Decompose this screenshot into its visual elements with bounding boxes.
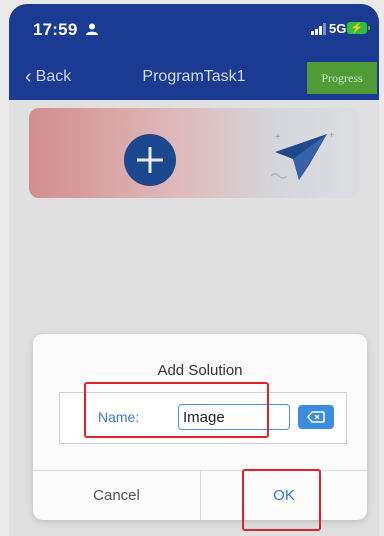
signal-bars-icon [311,23,326,35]
backspace-icon [307,411,325,423]
status-bar: 17:59 5G ⚡ [9,4,379,56]
highlight-ok-button [242,469,321,531]
phone-screen: 17:59 5G ⚡ ‹ Back ProgramTask1 Progress [9,4,379,536]
dialog-title: Add Solution [157,362,243,379]
cancel-button[interactable]: Cancel [33,471,200,520]
person-icon [86,23,98,35]
progress-button[interactable]: Progress [307,62,377,94]
battery-charging-icon: ⚡ [347,22,370,34]
highlight-name-field [84,382,269,438]
network-type: 5G [329,21,347,36]
navigation-bar: ‹ Back ProgramTask1 Progress [9,56,379,100]
status-time: 17:59 [33,20,78,39]
clear-input-button[interactable] [298,405,334,429]
